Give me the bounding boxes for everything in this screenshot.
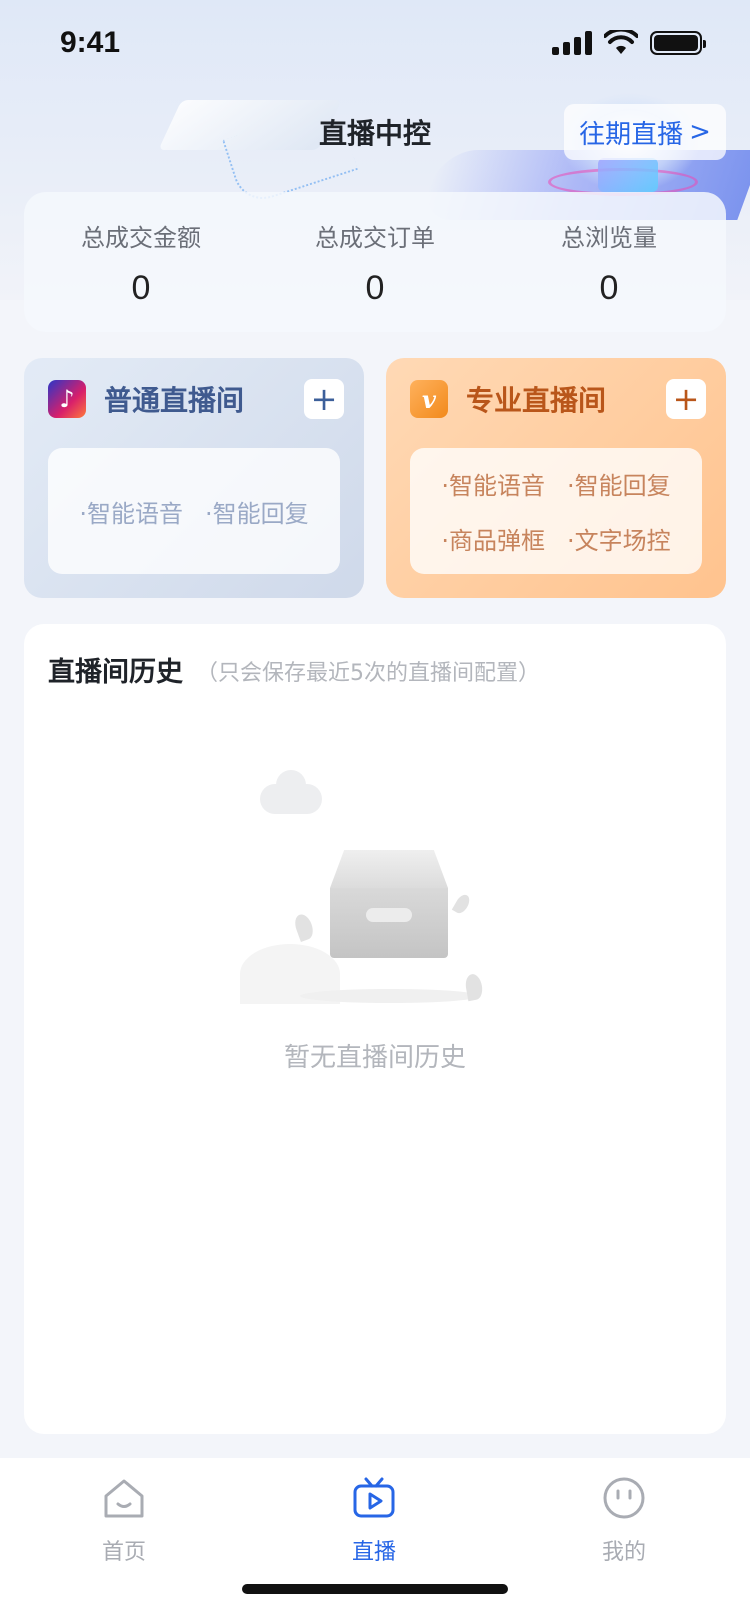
box-handle: [366, 908, 412, 922]
wifi-icon: [604, 30, 638, 54]
stats-card: 总成交金额 0 总成交订单 0 总浏览量 0: [24, 192, 726, 332]
normal-room-card[interactable]: ♪ 普通直播间 + ·智能语音 ·智能回复: [24, 358, 364, 598]
decor-shadow: [300, 989, 480, 1003]
leaf-icon: [292, 912, 316, 942]
stat-value: 0: [599, 269, 619, 307]
feature-item: ·智能语音: [79, 499, 183, 528]
past-live-label: 往期直播: [579, 119, 684, 150]
stat-value: 0: [131, 269, 151, 307]
stat-label: 总成交订单: [315, 224, 435, 252]
live-tv-icon: [353, 1477, 395, 1518]
stat-label: 总浏览量: [561, 224, 657, 252]
cellular-signal-icon: [552, 31, 592, 55]
empty-state-text: 暂无直播间历史: [283, 1043, 466, 1073]
tab-label: 直播: [351, 1540, 396, 1565]
status-time: 9:41: [60, 26, 121, 59]
add-normal-room-button[interactable]: +: [304, 379, 344, 419]
leaf-icon: [463, 972, 485, 1002]
status-bar: 9:41: [0, 0, 750, 88]
stat-value: 0: [365, 269, 385, 307]
home-indicator: [242, 1584, 508, 1594]
chevron-right-icon: >: [689, 117, 711, 147]
room-card-header: ♪ 普通直播间 +: [48, 378, 344, 420]
stat-total-orders: 总成交订单 0: [275, 218, 475, 308]
leaf-icon: [451, 892, 473, 916]
history-card: 直播间历史 （只会保存最近5次的直播间配置） 暂无直播间历史: [24, 624, 726, 1434]
tab-mine[interactable]: 我的: [554, 1476, 694, 1566]
tab-home[interactable]: 首页: [54, 1476, 194, 1566]
room-title: 专业直播间: [466, 384, 607, 417]
room-features: ·智能语音 ·智能回复: [48, 448, 340, 574]
status-icons: [552, 30, 706, 56]
profile-face-icon: [603, 1477, 645, 1519]
stat-total-amount: 总成交金额 0: [41, 218, 241, 308]
decor-cube: [598, 158, 658, 192]
stat-label: 总成交金额: [81, 224, 201, 252]
tiktok-icon: ♪: [48, 380, 86, 418]
home-icon: [104, 1479, 144, 1518]
tab-label: 首页: [101, 1540, 146, 1565]
stat-total-views: 总浏览量 0: [509, 218, 709, 308]
tab-bar: 首页 直播 我的: [0, 1458, 750, 1624]
room-title: 普通直播间: [104, 384, 245, 417]
pro-room-card[interactable]: v 专业直播间 + ·智能语音 ·智能回复 ·商品弹框 ·文字场控: [386, 358, 726, 598]
add-pro-room-button[interactable]: +: [666, 379, 706, 419]
feature-item: ·文字场控: [567, 527, 671, 555]
cloud-icon: [260, 770, 322, 814]
room-card-header: v 专业直播间 +: [410, 378, 706, 420]
box-body: [330, 888, 448, 958]
battery-icon: [650, 31, 706, 55]
empty-box-illustration: [240, 770, 510, 1014]
feature-item: ·智能回复: [567, 472, 671, 500]
feature-item: ·商品弹框: [441, 527, 545, 555]
tab-live[interactable]: 直播: [304, 1476, 444, 1566]
tab-label: 我的: [601, 1540, 646, 1565]
history-title: 直播间历史: [48, 657, 183, 688]
v-icon: v: [410, 380, 448, 418]
history-subtitle: （只会保存最近5次的直播间配置）: [196, 661, 540, 686]
box-lid: [330, 850, 448, 888]
feature-item: ·智能语音: [441, 472, 545, 500]
room-features: ·智能语音 ·智能回复 ·商品弹框 ·文字场控: [410, 448, 702, 574]
feature-item: ·智能回复: [205, 499, 309, 528]
past-live-button[interactable]: 往期直播 >: [564, 104, 726, 160]
